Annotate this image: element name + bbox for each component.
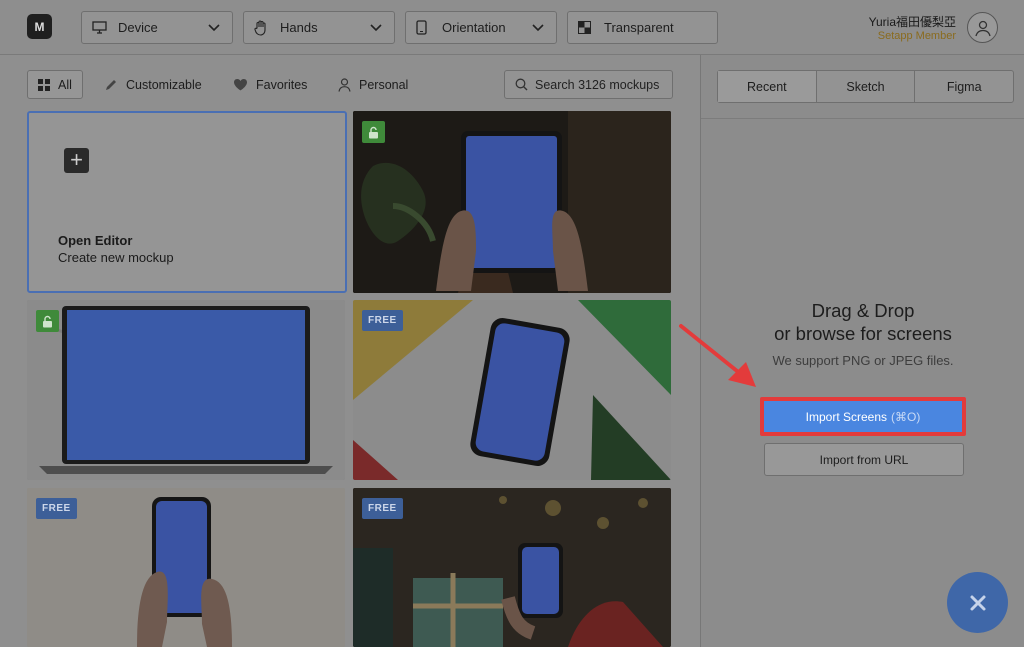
person-icon [338,77,351,92]
plus-icon: + [64,148,89,173]
user-name: Yuria福田優梨亞 [868,15,956,29]
filter-favorites[interactable]: Favorites [233,70,307,99]
free-badge: FREE [362,310,403,331]
tab-sketch[interactable]: Sketch [817,71,916,102]
device-dropdown[interactable]: Device [81,11,233,44]
open-editor-card[interactable]: + Open Editor Create new mockup [27,111,347,293]
filter-customizable-label: Customizable [126,77,202,92]
tablet-mockup-image [353,111,671,293]
arrow-annotation-icon [679,324,756,387]
tab-figma[interactable]: Figma [915,71,1013,102]
filter-all[interactable]: All [27,70,83,99]
top-bar: M Device Hands Orientation Transparent Y… [0,0,1024,55]
background-button[interactable]: Transparent [567,11,718,44]
grid-icon [38,78,50,91]
checkerboard-icon [578,21,596,34]
hands-dropdown[interactable]: Hands [243,11,395,44]
avatar[interactable] [967,12,998,43]
mockup-card[interactable]: FREE [27,488,345,647]
heart-icon [233,78,248,91]
free-badge: FREE [362,498,403,519]
tab-recent[interactable]: Recent [718,71,817,102]
open-editor-subtitle: Create new mockup [58,250,174,265]
search-icon [515,78,528,91]
hands-label: Hands [280,20,318,35]
laptop-mockup-image [27,300,345,480]
monitor-icon [92,21,110,34]
pencil-icon [104,78,118,92]
mockup-card[interactable]: FREE [353,488,671,647]
drop-zone-title: Drag & Drop [811,300,915,321]
user-icon [974,20,991,36]
free-badge: FREE [36,498,77,519]
filter-favorites-label: Favorites [256,77,308,92]
highlight-frame: Import Screens (⌘O) [760,397,966,436]
filter-customizable[interactable]: Customizable [104,70,202,99]
close-button[interactable] [947,572,1008,633]
divider [701,118,1024,119]
device-label: Device [118,20,158,35]
background-label: Transparent [604,20,674,35]
lock-icon [36,310,59,332]
import-tabs: Recent Sketch Figma [717,70,1014,103]
filter-personal[interactable]: Personal [338,70,408,99]
chevron-down-icon [208,21,220,36]
close-icon [970,595,985,610]
app-logo[interactable]: M [27,14,52,39]
phone-icon [416,20,434,35]
import-screens-label: Import Screens [805,409,888,424]
search-input[interactable]: Search 3126 mockups [504,70,673,99]
mockup-card[interactable]: FREE [353,300,671,480]
open-editor-title: Open Editor [58,233,133,248]
user-info[interactable]: Yuria福田優梨亞 Setapp Member [869,13,956,42]
mockup-card[interactable] [27,300,345,480]
orientation-dropdown[interactable]: Orientation [405,11,557,44]
import-shortcut: (⌘O) [891,409,921,424]
search-placeholder: Search 3126 mockups [535,77,660,92]
mockup-card[interactable] [353,111,671,293]
hand-icon [254,19,272,36]
chevron-down-icon [532,21,544,36]
lock-icon [362,121,385,143]
import-from-url-button[interactable]: Import from URL [764,443,964,476]
filter-personal-label: Personal [359,77,409,92]
user-role: Setapp Member [877,30,956,42]
chevron-down-icon [370,21,382,36]
import-screens-button[interactable]: Import Screens (⌘O) [764,401,962,432]
filter-all-label: All [58,77,72,92]
orientation-label: Orientation [442,20,506,35]
